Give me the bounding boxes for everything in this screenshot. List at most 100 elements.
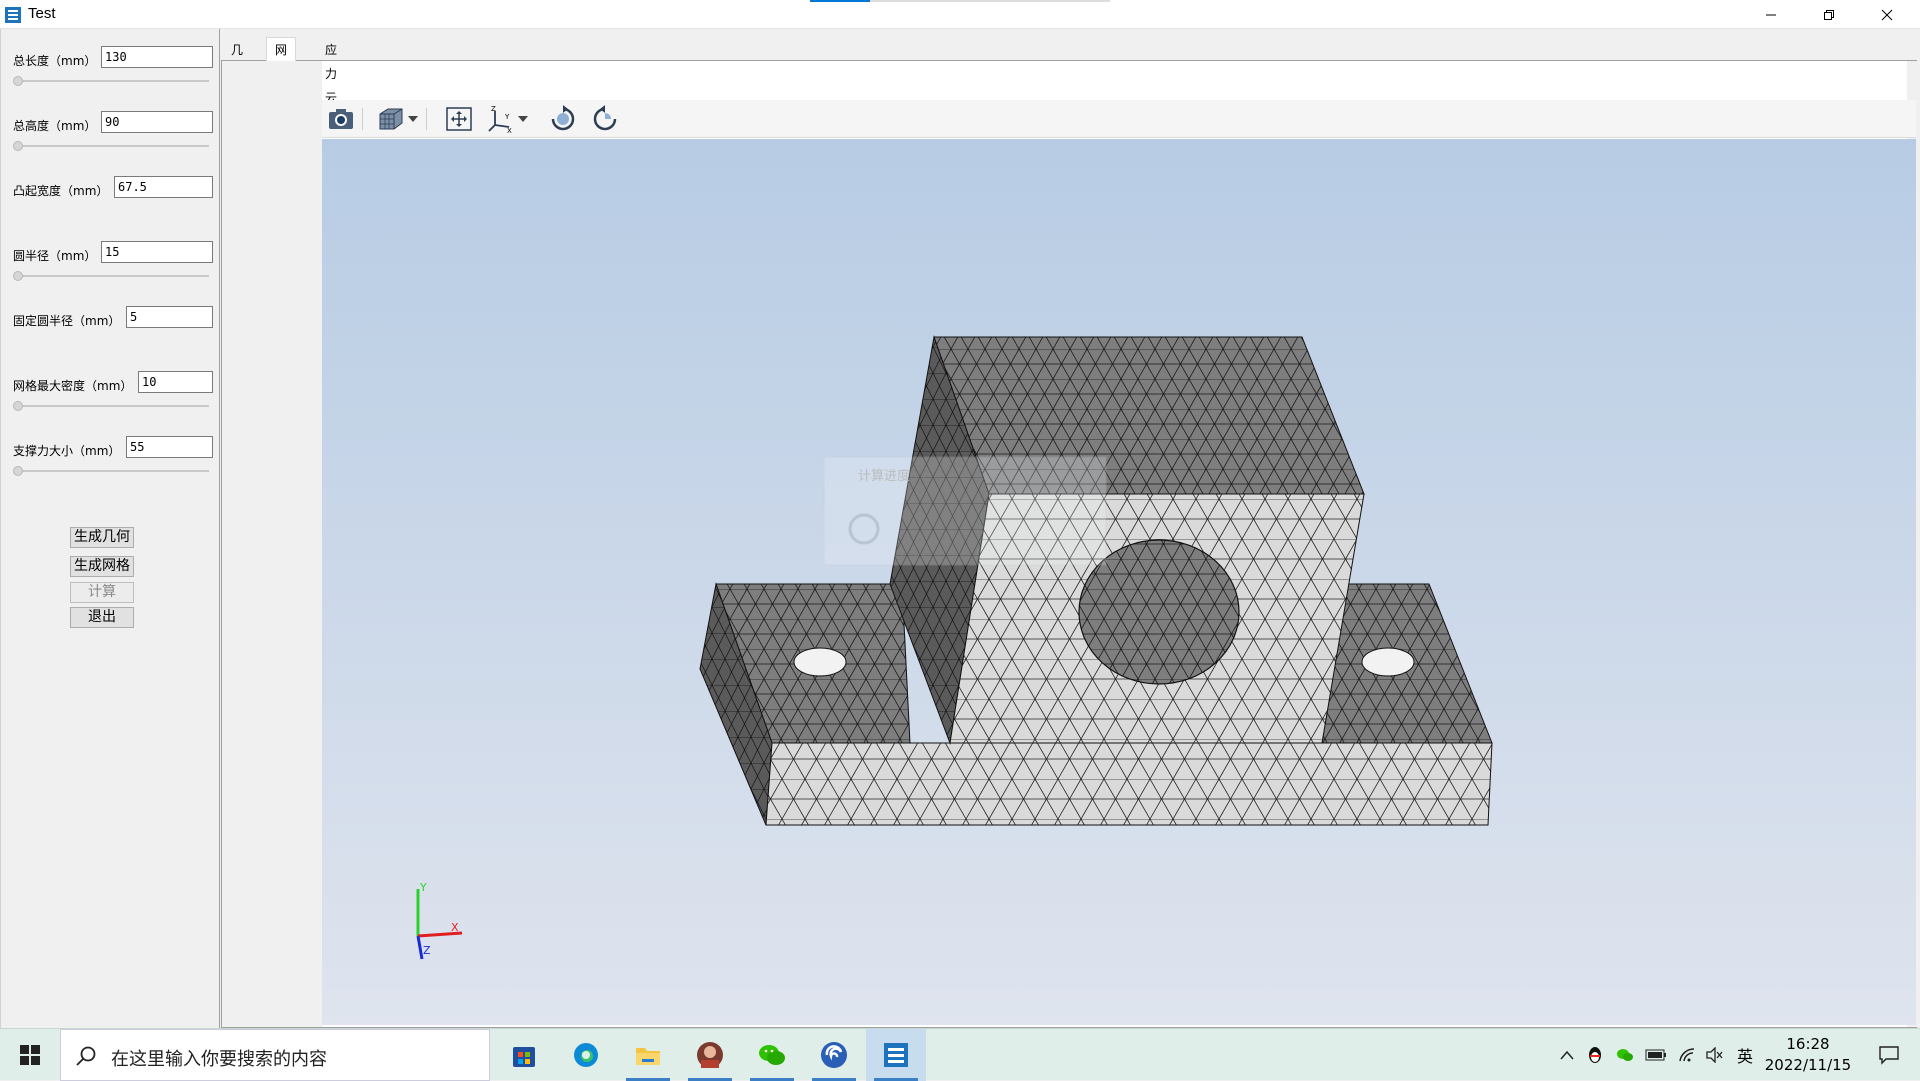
axis-x-label: X: [451, 921, 459, 934]
tab-stress-contour[interactable]: 应力云图1: [316, 37, 346, 153]
window-title: Test: [28, 5, 56, 22]
notification-icon: [1879, 1046, 1899, 1065]
viewer-toolbar: Z Y X: [322, 100, 1916, 138]
volume-muted-icon: [1706, 1047, 1723, 1063]
generate-geometry-button[interactable]: 生成几何: [70, 527, 134, 548]
restore-icon: [1824, 9, 1834, 20]
start-button[interactable]: [0, 1029, 60, 1081]
total-height-input[interactable]: [101, 111, 213, 133]
tray-wifi[interactable]: [1674, 1029, 1700, 1081]
generate-mesh-button[interactable]: 生成网格: [70, 556, 134, 577]
taskbar-edge[interactable]: [556, 1029, 616, 1081]
taskbar: 在这里输入你要搜索的内容 英 16:28 2022/11/15: [0, 1028, 1920, 1081]
clock-time: 16:28: [1786, 1035, 1830, 1053]
axes-orientation-button[interactable]: Z Y X: [484, 104, 516, 134]
mesh-model[interactable]: 计算进度 Y X Z: [322, 139, 1916, 1025]
notification-center-button[interactable]: [1864, 1029, 1914, 1081]
toolbar-separator: [362, 108, 363, 130]
support-force-input[interactable]: [126, 436, 213, 458]
taskbar-photo-app[interactable]: [680, 1029, 740, 1081]
rotate-cw-icon: [551, 105, 575, 131]
svg-text:Y: Y: [504, 113, 510, 121]
svg-text:X: X: [507, 127, 512, 133]
total-length-slider[interactable]: [13, 76, 23, 86]
taskbar-app-swirl[interactable]: [804, 1029, 864, 1081]
minimize-button[interactable]: [1742, 0, 1800, 29]
taskbar-clock[interactable]: 16:28 2022/11/15: [1758, 1034, 1858, 1076]
taskbar-explorer[interactable]: [618, 1029, 678, 1081]
param-label: 总高度（mm）: [13, 119, 97, 133]
app-icon: [5, 7, 21, 23]
param-label: 总长度（mm）: [13, 54, 97, 68]
mesh-density-input[interactable]: [138, 371, 213, 393]
wechat-icon: [759, 1045, 785, 1065]
view-cube-dropdown[interactable]: [406, 104, 420, 134]
taskbar-store[interactable]: [494, 1029, 554, 1081]
axis-y-label: Y: [419, 881, 427, 894]
chevron-up-icon: [1560, 1050, 1574, 1060]
taskbar-search[interactable]: 在这里输入你要搜索的内容: [60, 1029, 490, 1081]
title-progress-indicator: [810, 0, 1110, 2]
rotate-ccw-icon: [593, 105, 617, 131]
fit-view-icon: [446, 107, 472, 131]
circle-radius-input[interactable]: [101, 241, 213, 263]
axes-orientation-dropdown[interactable]: [516, 104, 530, 134]
circle-radius-slider[interactable]: [13, 271, 23, 281]
tray-battery[interactable]: [1642, 1029, 1670, 1081]
slider-track[interactable]: [15, 80, 209, 82]
app-icon: [884, 1043, 908, 1067]
rotate-counterclockwise-button[interactable]: [590, 104, 620, 134]
mesh-density-slider[interactable]: [13, 401, 23, 411]
close-button[interactable]: [1858, 0, 1916, 29]
boss-width-input[interactable]: [114, 176, 213, 198]
tray-wechat[interactable]: [1612, 1029, 1638, 1081]
search-icon: [76, 1046, 96, 1066]
edge-browser-icon: [574, 1043, 598, 1067]
tray-overflow-button[interactable]: [1554, 1029, 1580, 1081]
fixed-hole-radius-input[interactable]: [126, 306, 213, 328]
tab-mesh[interactable]: 网格: [266, 37, 297, 81]
parameter-panel: 总长度（mm） 总高度（mm） 凸起宽度（mm） 圆半径（mm） 固定圆半径（m…: [0, 29, 220, 1028]
axis-z-label: Z: [423, 944, 431, 957]
compute-button[interactable]: 计算: [70, 582, 134, 603]
slider-track[interactable]: [15, 405, 209, 407]
slider-track[interactable]: [15, 470, 209, 472]
orientation-axes: Y X Z: [416, 881, 463, 960]
3d-viewport[interactable]: 计算进度 Y X Z: [322, 139, 1916, 1025]
param-label: 网格最大密度（mm）: [13, 379, 133, 393]
view-cube-icon: [379, 108, 403, 130]
param-label: 凸起宽度（mm）: [13, 184, 109, 198]
chevron-down-icon: [408, 116, 418, 122]
tray-volume[interactable]: [1702, 1029, 1728, 1081]
taskbar-test-app[interactable]: [866, 1029, 926, 1081]
wechat-icon: [1617, 1049, 1633, 1061]
minimize-icon: [1766, 14, 1776, 15]
total-height-slider[interactable]: [13, 141, 23, 151]
tab-geometry[interactable]: 几何: [222, 37, 252, 81]
search-placeholder: 在这里输入你要搜索的内容: [111, 1049, 327, 1070]
restore-button[interactable]: [1800, 0, 1858, 29]
screenshot-button[interactable]: [324, 104, 358, 134]
taskbar-wechat[interactable]: [742, 1029, 802, 1081]
slider-track[interactable]: [15, 275, 209, 277]
wifi-icon: [1679, 1048, 1695, 1062]
folder-icon: [636, 1048, 660, 1065]
progress-dialog-title: 计算进度: [858, 468, 910, 484]
close-icon: [1881, 9, 1893, 20]
support-force-slider[interactable]: [13, 466, 23, 476]
viewer-margin: [222, 61, 322, 1027]
tray-qq[interactable]: [1582, 1029, 1608, 1081]
ime-indicator[interactable]: 英: [1732, 1029, 1758, 1081]
qq-penguin-icon: [1589, 1047, 1601, 1063]
camera-icon: [329, 109, 353, 129]
svg-text:Z: Z: [491, 105, 496, 113]
param-label: 支撑力大小（mm）: [13, 444, 121, 458]
slider-track[interactable]: [15, 145, 209, 147]
windows-logo-icon: [20, 1045, 40, 1065]
param-label: 固定圆半径（mm）: [13, 314, 121, 328]
fit-view-button[interactable]: [444, 104, 474, 134]
total-length-input[interactable]: [101, 46, 213, 68]
view-cube-button[interactable]: [376, 104, 406, 134]
exit-button[interactable]: 退出: [70, 607, 134, 628]
rotate-clockwise-button[interactable]: [548, 104, 578, 134]
